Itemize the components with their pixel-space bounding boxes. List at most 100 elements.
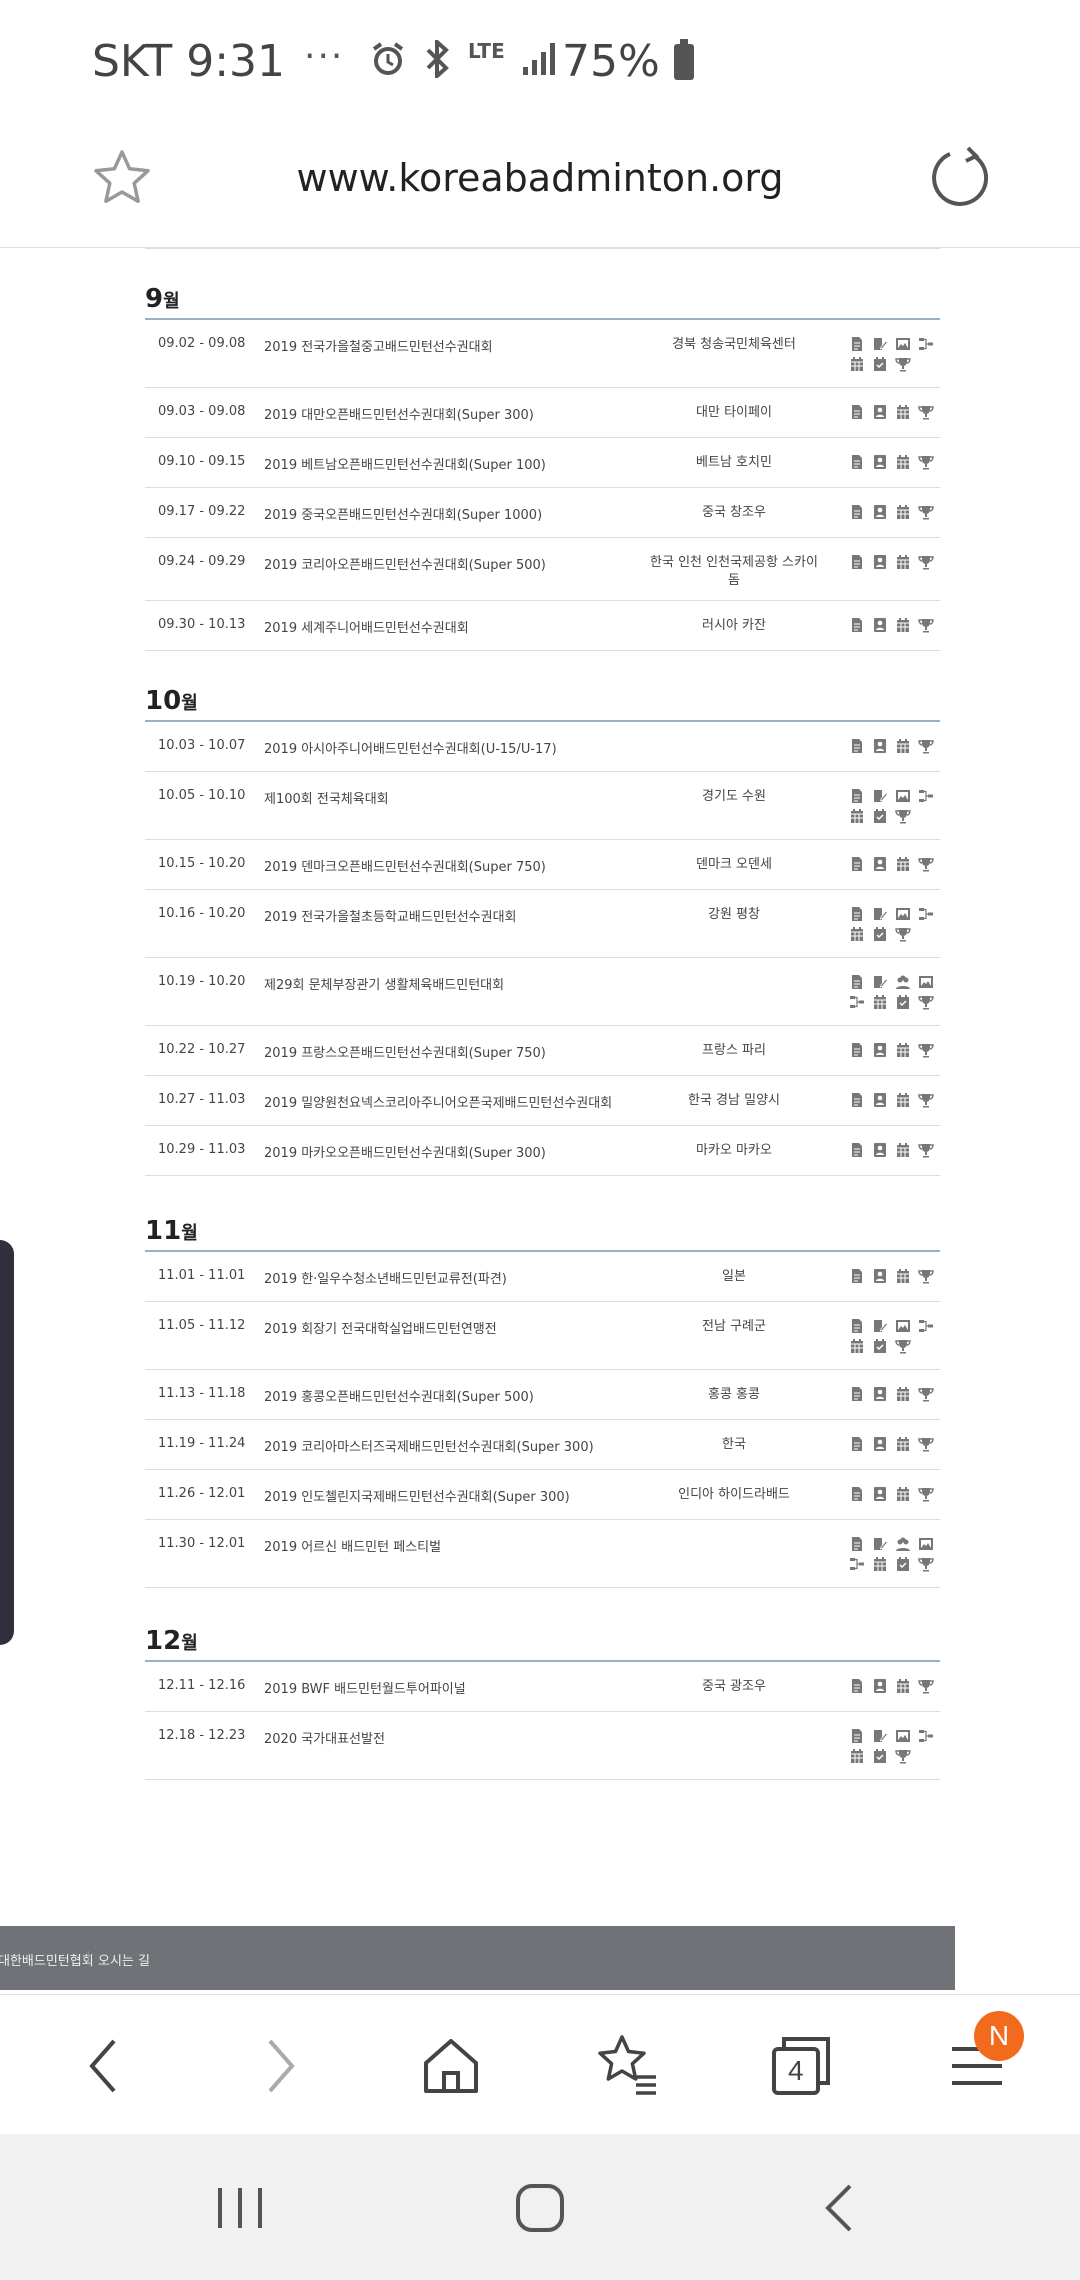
event-name[interactable]: 제29회 문체부장관기 생활체육배드민턴대회 bbox=[264, 958, 649, 1025]
cal-icon[interactable] bbox=[895, 1268, 911, 1284]
doc-icon[interactable] bbox=[849, 1092, 865, 1108]
person-icon[interactable] bbox=[872, 1678, 888, 1694]
footer-directions-link[interactable]: 오시는 길 bbox=[98, 1950, 150, 1969]
photo-icon[interactable] bbox=[895, 906, 911, 922]
table-row[interactable]: 11.05 - 11.12 2019 회장기 전국대학실업배드민턴연맹전 전남 구례… bbox=[145, 1302, 940, 1370]
event-name[interactable]: 2019 세계주니어배드민턴선수권대회 bbox=[264, 601, 649, 650]
trophy-icon[interactable] bbox=[895, 356, 911, 372]
check-icon[interactable] bbox=[872, 1338, 888, 1354]
person-icon[interactable] bbox=[872, 504, 888, 520]
event-name[interactable]: 제100회 전국체육대회 bbox=[264, 772, 649, 839]
table-row[interactable]: 10.03 - 10.07 2019 아시아주니어배드민턴선수권대회(U-15/U… bbox=[145, 722, 940, 772]
doc-icon[interactable] bbox=[849, 738, 865, 754]
cal-icon[interactable] bbox=[895, 1486, 911, 1502]
edit-icon[interactable] bbox=[872, 788, 888, 804]
trophy-icon[interactable] bbox=[895, 1748, 911, 1764]
table-row[interactable]: 10.22 - 10.27 2019 프랑스오픈배드민턴선수권대회(Super 7… bbox=[145, 1026, 940, 1076]
event-name[interactable]: 2019 회장기 전국대학실업배드민턴연맹전 bbox=[264, 1302, 649, 1369]
event-name[interactable]: 2019 밀양원천요넥스코리아주니어오픈국제배드민턴선수권대회 bbox=[264, 1076, 649, 1125]
check-icon[interactable] bbox=[872, 1748, 888, 1764]
event-name[interactable]: 2019 BWF 배드민턴월드투어파이널 bbox=[264, 1662, 649, 1711]
person-icon[interactable] bbox=[872, 1436, 888, 1452]
trophy-icon[interactable] bbox=[918, 1142, 934, 1158]
trophy-icon[interactable] bbox=[918, 1042, 934, 1058]
trophy-icon[interactable] bbox=[918, 404, 934, 420]
trophy-icon[interactable] bbox=[918, 1678, 934, 1694]
event-name[interactable]: 2019 베트남오픈배드민턴선수권대회(Super 100) bbox=[264, 438, 649, 487]
cal-icon[interactable] bbox=[872, 994, 888, 1010]
trophy-icon[interactable] bbox=[918, 1486, 934, 1502]
cal-icon[interactable] bbox=[849, 808, 865, 824]
cal-icon[interactable] bbox=[849, 356, 865, 372]
cal-icon[interactable] bbox=[895, 1678, 911, 1694]
table-row[interactable]: 10.19 - 10.20 제29회 문체부장관기 생활체육배드민턴대회 bbox=[145, 958, 940, 1026]
table-row[interactable]: 10.05 - 10.10 제100회 전국체육대회 경기도 수원 bbox=[145, 772, 940, 840]
doc-icon[interactable] bbox=[849, 974, 865, 990]
bracket-icon[interactable] bbox=[918, 1728, 934, 1744]
doc-icon[interactable] bbox=[849, 1728, 865, 1744]
table-row[interactable]: 10.29 - 11.03 2019 마카오오픈배드민턴선수권대회(Super 3… bbox=[145, 1126, 940, 1176]
doc-icon[interactable] bbox=[849, 1318, 865, 1334]
event-name[interactable]: 2019 아시아주니어배드민턴선수권대회(U-15/U-17) bbox=[264, 722, 649, 771]
trophy-icon[interactable] bbox=[918, 1556, 934, 1572]
cal-icon[interactable] bbox=[895, 1142, 911, 1158]
table-row[interactable]: 11.01 - 11.01 2019 한·일우수청소년배드민턴교류전(파견) 일본 bbox=[145, 1252, 940, 1302]
table-row[interactable]: 09.17 - 09.22 2019 중국오픈배드민턴선수권대회(Super 10… bbox=[145, 488, 940, 538]
table-row[interactable]: 09.02 - 09.08 2019 전국가을철중고배드민턴선수권대회 경북 청송국… bbox=[145, 320, 940, 388]
table-row[interactable]: 11.19 - 11.24 2019 코리아마스터즈국제배드민턴선수권대회(Sup… bbox=[145, 1420, 940, 1470]
check-icon[interactable] bbox=[895, 994, 911, 1010]
person-icon[interactable] bbox=[872, 856, 888, 872]
cal-icon[interactable] bbox=[895, 454, 911, 470]
doc-icon[interactable] bbox=[849, 1486, 865, 1502]
trophy-icon[interactable] bbox=[918, 1268, 934, 1284]
forward-icon[interactable] bbox=[244, 2031, 314, 2101]
trophy-icon[interactable] bbox=[918, 554, 934, 570]
doc-icon[interactable] bbox=[849, 788, 865, 804]
trophy-icon[interactable] bbox=[895, 808, 911, 824]
event-name[interactable]: 2020 국가대표선발전 bbox=[264, 1712, 649, 1779]
group-icon[interactable] bbox=[895, 974, 911, 990]
doc-icon[interactable] bbox=[849, 906, 865, 922]
photo-icon[interactable] bbox=[895, 1728, 911, 1744]
doc-icon[interactable] bbox=[849, 404, 865, 420]
photo-icon[interactable] bbox=[895, 1318, 911, 1334]
event-name[interactable]: 2019 중국오픈배드민턴선수권대회(Super 1000) bbox=[264, 488, 649, 537]
cal-icon[interactable] bbox=[895, 617, 911, 633]
person-icon[interactable] bbox=[872, 1268, 888, 1284]
check-icon[interactable] bbox=[895, 1556, 911, 1572]
trophy-icon[interactable] bbox=[918, 856, 934, 872]
edit-icon[interactable] bbox=[872, 1318, 888, 1334]
trophy-icon[interactable] bbox=[918, 1092, 934, 1108]
event-name[interactable]: 2019 덴마크오픈배드민턴선수권대회(Super 750) bbox=[264, 840, 649, 889]
edit-icon[interactable] bbox=[872, 1728, 888, 1744]
doc-icon[interactable] bbox=[849, 856, 865, 872]
trophy-icon[interactable] bbox=[918, 994, 934, 1010]
edit-icon[interactable] bbox=[872, 906, 888, 922]
cal-icon[interactable] bbox=[895, 1436, 911, 1452]
photo-icon[interactable] bbox=[895, 336, 911, 352]
event-name[interactable]: 2019 한·일우수청소년배드민턴교류전(파견) bbox=[264, 1252, 649, 1301]
home-icon[interactable] bbox=[416, 2031, 486, 2101]
person-icon[interactable] bbox=[872, 617, 888, 633]
cal-icon[interactable] bbox=[849, 1338, 865, 1354]
event-name[interactable]: 2019 인도첼린지국제배드민턴선수권대회(Super 300) bbox=[264, 1470, 649, 1519]
home-nav-icon[interactable] bbox=[510, 2180, 570, 2236]
cal-icon[interactable] bbox=[849, 926, 865, 942]
event-name[interactable]: 2019 코리아오픈배드민턴선수권대회(Super 500) bbox=[264, 538, 649, 600]
doc-icon[interactable] bbox=[849, 1678, 865, 1694]
doc-icon[interactable] bbox=[849, 1436, 865, 1452]
cal-icon[interactable] bbox=[895, 554, 911, 570]
doc-icon[interactable] bbox=[849, 1042, 865, 1058]
person-icon[interactable] bbox=[872, 1042, 888, 1058]
person-icon[interactable] bbox=[872, 738, 888, 754]
check-icon[interactable] bbox=[872, 356, 888, 372]
event-name[interactable]: 2019 코리아마스터즈국제배드민턴선수권대회(Super 300) bbox=[264, 1420, 649, 1469]
person-icon[interactable] bbox=[872, 404, 888, 420]
bracket-icon[interactable] bbox=[849, 994, 865, 1010]
cal-icon[interactable] bbox=[895, 856, 911, 872]
check-icon[interactable] bbox=[872, 926, 888, 942]
doc-icon[interactable] bbox=[849, 454, 865, 470]
person-icon[interactable] bbox=[872, 1092, 888, 1108]
bracket-icon[interactable] bbox=[918, 336, 934, 352]
group-icon[interactable] bbox=[895, 1536, 911, 1552]
